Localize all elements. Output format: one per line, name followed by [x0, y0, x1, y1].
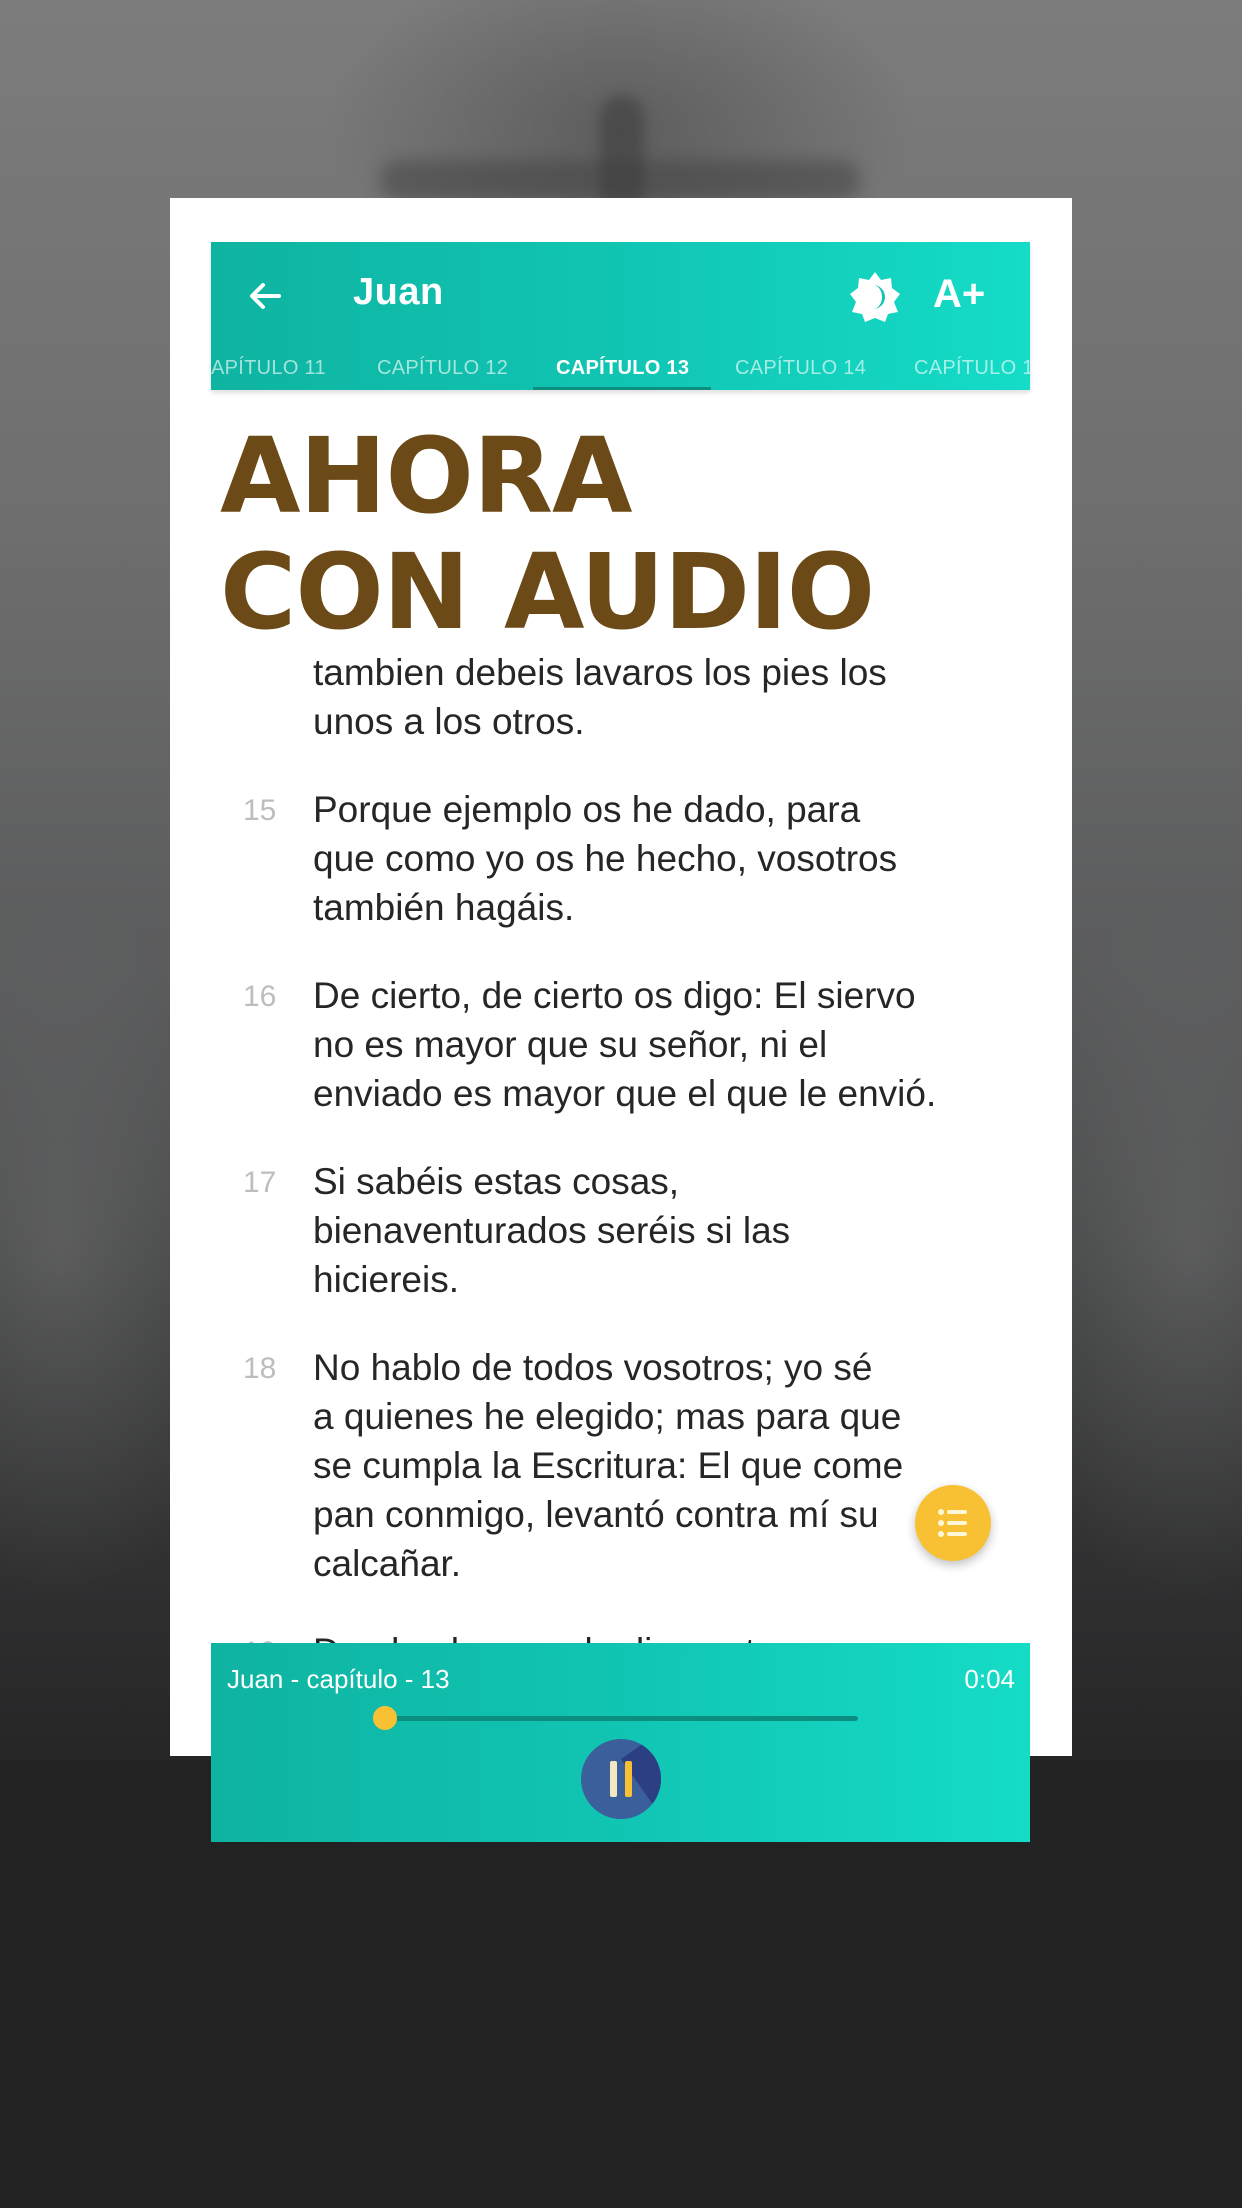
- pause-button[interactable]: [581, 1739, 661, 1819]
- verse-number: 16: [243, 980, 277, 1013]
- verse-text-line: pan conmigo, levantó contra mí su: [313, 1494, 879, 1535]
- tab-chapter-13[interactable]: CAPÍTULO 13: [556, 357, 689, 380]
- promo-headline-line1: AHORA: [220, 415, 633, 537]
- pause-icon: [610, 1761, 632, 1797]
- verse-text-line: a quienes he elegido; mas para que: [313, 1396, 902, 1437]
- player-track-title: Juan - capítulo - 13: [227, 1664, 450, 1694]
- verse-text-line: enviado es mayor que el que le envió.: [313, 1073, 937, 1114]
- back-button[interactable]: [241, 272, 289, 320]
- verse-number: 17: [243, 1166, 277, 1199]
- list-icon: [938, 1509, 967, 1537]
- audio-player: Juan - capítulo - 13 0:04: [211, 1643, 1030, 1842]
- seek-bar[interactable]: [388, 1716, 858, 1721]
- active-tab-indicator: [533, 387, 711, 390]
- verse-text-line: bienaventurados seréis si las: [313, 1210, 791, 1251]
- verse-text-line: No hablo de todos vosotros; yo sé: [313, 1347, 873, 1388]
- chapter-tabs: APÍTULO 11 CAPÍTULO 12 CAPÍTULO 13 CAPÍT…: [211, 352, 1030, 390]
- arrow-left-icon: [250, 283, 281, 309]
- verse-text-line: también hagáis.: [313, 887, 575, 928]
- verse-text-line: no es mayor que su señor, ni el: [313, 1024, 828, 1065]
- verse-text-line: De cierto, de cierto os digo: El siervo: [313, 975, 916, 1016]
- verse-text-line: hiciereis.: [313, 1259, 459, 1300]
- player-elapsed-time: 0:04: [964, 1664, 1015, 1694]
- verse-number: 15: [243, 794, 277, 827]
- seek-bar-thumb[interactable]: [373, 1706, 397, 1730]
- verse-text-line: tambien debeis lavaros los pies los: [313, 652, 887, 693]
- theme-toggle-button[interactable]: [848, 270, 902, 324]
- app-bar: Juan A+ APÍTULO 11 CAPÍTULO 12 CAPÍTULO …: [211, 242, 1030, 390]
- brightness-icon: [850, 272, 900, 322]
- verse-text-line: Si sabéis estas cosas,: [313, 1161, 680, 1202]
- verse-text-line: Porque ejemplo os he dado, para: [313, 789, 861, 830]
- promo-headline-line2: CON AUDIO: [220, 531, 875, 653]
- tab-chapter-12[interactable]: CAPÍTULO 12: [377, 357, 508, 380]
- tab-chapter-14[interactable]: CAPÍTULO 14: [735, 357, 866, 380]
- tab-chapter-15[interactable]: CAPÍTULO 1: [914, 357, 1030, 380]
- verse-text-line: que como yo os he hecho, vosotros: [313, 838, 898, 879]
- background-figure: [600, 95, 644, 205]
- tab-chapter-11[interactable]: APÍTULO 11: [211, 357, 326, 380]
- phone-screen-card: tambien debeis lavaros los pies los unos …: [170, 198, 1072, 1756]
- book-title: Juan: [353, 271, 444, 313]
- chapter-list-button[interactable]: [915, 1485, 991, 1561]
- verse-number: 18: [243, 1352, 277, 1385]
- verse-text-line: se cumpla la Escritura: El que come: [313, 1445, 904, 1486]
- verse-text-line: unos a los otros.: [313, 701, 585, 742]
- font-size-button[interactable]: A+: [933, 272, 985, 317]
- verse-text-line: calcañar.: [313, 1543, 462, 1584]
